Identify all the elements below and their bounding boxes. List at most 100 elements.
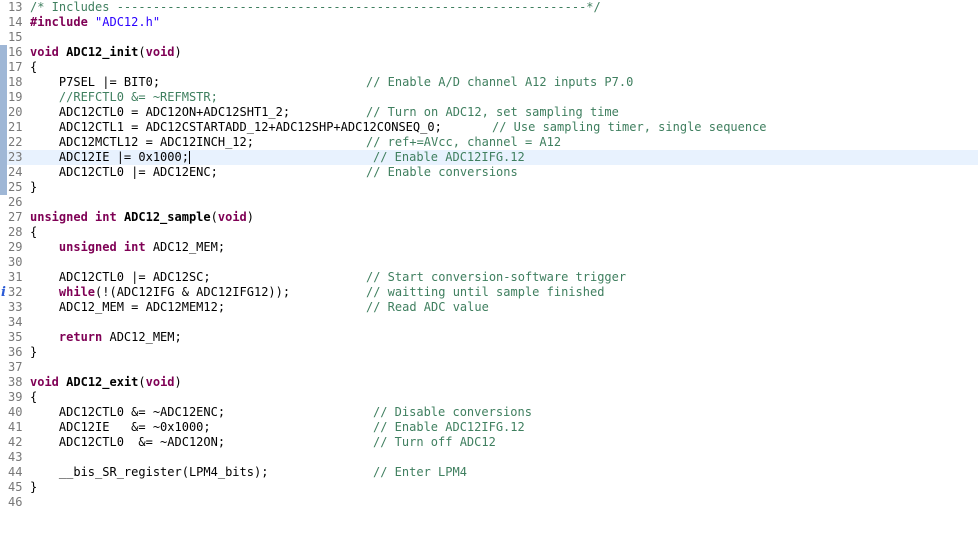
code-line[interactable]: 13 /* Includes -------------------------… bbox=[0, 0, 978, 15]
code-text: ADC12IE |= 0x1000; bbox=[30, 150, 189, 164]
comment-text: // Enter LPM4 bbox=[373, 465, 467, 479]
paren: ( bbox=[138, 45, 146, 59]
keyword: void bbox=[217, 210, 247, 224]
line-number: 19 bbox=[8, 90, 23, 104]
code-line[interactable]: 24 ADC12CTL0 |= ADC12ENC; // Enable conv… bbox=[0, 165, 978, 180]
keyword: void bbox=[145, 45, 175, 59]
line-number: 29 bbox=[8, 240, 23, 254]
code-text: ADC12CTL0 &= ~ADC12ON; bbox=[30, 435, 226, 449]
line-number: 43 bbox=[8, 450, 23, 464]
text-cursor bbox=[188, 151, 190, 164]
line-number: 26 bbox=[8, 195, 23, 209]
code-line[interactable]: 29 unsigned int ADC12_MEM; bbox=[0, 240, 978, 255]
code-line[interactable]: 18 P7SEL |= BIT0; // Enable A/D channel … bbox=[0, 75, 978, 90]
comment-text: // waitting until sample finished bbox=[366, 285, 605, 299]
code-text: __bis_SR_register(LPM4_bits); bbox=[30, 465, 269, 479]
code-text: ADC12CTL1 = ADC12CSTARTADD_12+ADC12SHP+A… bbox=[30, 120, 442, 134]
comment-text: // Enable ADC12IFG.12 bbox=[373, 150, 525, 164]
line-number: 42 bbox=[8, 435, 23, 449]
code-text: (!(ADC12IFG & ADC12IFG12)); bbox=[95, 285, 291, 299]
code-line[interactable]: 19 //REFCTL0 &= ~REFMSTR; bbox=[0, 90, 978, 105]
comment-text: // ref+=AVcc, channel = A12 bbox=[366, 135, 562, 149]
fold-marker bbox=[0, 165, 7, 180]
code-line[interactable]: 37 bbox=[0, 360, 978, 375]
code-line[interactable]: 43 bbox=[0, 450, 978, 465]
fold-marker bbox=[0, 120, 7, 135]
info-icon[interactable]: i bbox=[0, 285, 7, 300]
code-line[interactable]: 35 return ADC12_MEM; bbox=[0, 330, 978, 345]
code-line[interactable]: 40 ADC12CTL0 &= ~ADC12ENC; // Disable co… bbox=[0, 405, 978, 420]
fold-marker bbox=[0, 180, 7, 195]
line-number: 45 bbox=[8, 480, 23, 494]
code-text: ADC12MCTL12 = ADC12INCH_12; bbox=[30, 135, 254, 149]
line-number: 24 bbox=[8, 165, 23, 179]
keyword: return bbox=[30, 330, 103, 344]
code-line[interactable]: 25 } bbox=[0, 180, 978, 195]
brace: { bbox=[30, 225, 38, 239]
code-line[interactable]: i 32 while(!(ADC12IFG & ADC12IFG12)); //… bbox=[0, 285, 978, 300]
comment-text: // Turn off ADC12 bbox=[373, 435, 496, 449]
code-line[interactable]: 45 } bbox=[0, 480, 978, 495]
code-text: ADC12CTL0 |= ADC12ENC; bbox=[30, 165, 218, 179]
code-line[interactable]: 46 bbox=[0, 495, 978, 510]
brace: } bbox=[30, 345, 38, 359]
comment-text: // Disable conversions bbox=[373, 405, 532, 419]
code-line[interactable]: 26 bbox=[0, 195, 978, 210]
code-line[interactable]: 41 ADC12IE &= ~0x1000; // Enable ADC12IF… bbox=[0, 420, 978, 435]
code-line[interactable]: 16 void ADC12_init(void) bbox=[0, 45, 978, 60]
line-number: 15 bbox=[8, 30, 23, 44]
code-line[interactable]: 39 { bbox=[0, 390, 978, 405]
line-number: 21 bbox=[8, 120, 23, 134]
keyword: void bbox=[30, 375, 59, 389]
brace: { bbox=[30, 390, 38, 404]
line-number: 13 bbox=[8, 0, 23, 14]
code-editor[interactable]: 13 /* Includes -------------------------… bbox=[0, 0, 978, 510]
code-line[interactable]: 28 { bbox=[0, 225, 978, 240]
code-line[interactable]: 14 #include "ADC12.h" bbox=[0, 15, 978, 30]
line-number: 39 bbox=[8, 390, 23, 404]
code-line[interactable]: 17 { bbox=[0, 60, 978, 75]
function-name: ADC12_init bbox=[66, 45, 139, 59]
code-line[interactable]: 38 void ADC12_exit(void) bbox=[0, 375, 978, 390]
code-line[interactable]: 27 unsigned int ADC12_sample(void) bbox=[0, 210, 978, 225]
code-line[interactable]: 34 bbox=[0, 315, 978, 330]
code-line[interactable]: 42 ADC12CTL0 &= ~ADC12ON; // Turn off AD… bbox=[0, 435, 978, 450]
code-line[interactable]: 44 __bis_SR_register(LPM4_bits); // Ente… bbox=[0, 465, 978, 480]
code-line[interactable]: 20 ADC12CTL0 = ADC12ON+ADC12SHT1_2; // T… bbox=[0, 105, 978, 120]
brace: } bbox=[30, 480, 38, 494]
comment-text: // Read ADC value bbox=[366, 300, 489, 314]
line-number: 36 bbox=[8, 345, 23, 359]
paren: ( bbox=[138, 375, 146, 389]
fold-marker bbox=[0, 150, 7, 165]
current-code-line[interactable]: 23 ADC12IE |= 0x1000; // Enable ADC12IFG… bbox=[0, 150, 978, 165]
code-line[interactable]: 15 bbox=[0, 30, 978, 45]
line-number: 32 bbox=[8, 285, 23, 299]
code-line[interactable]: 36 } bbox=[0, 345, 978, 360]
comment-text: // Enable conversions bbox=[366, 165, 518, 179]
code-line[interactable]: 30 bbox=[0, 255, 978, 270]
code-text: ADC12CTL0 &= ~ADC12ENC; bbox=[30, 405, 226, 419]
fold-marker bbox=[0, 60, 7, 75]
comment-text: // Use sampling timer, single sequence bbox=[492, 120, 767, 134]
code-line[interactable]: 33 ADC12_MEM = ADC12MEM12; // Read ADC v… bbox=[0, 300, 978, 315]
line-number: 41 bbox=[8, 420, 23, 434]
code-line[interactable]: 22 ADC12MCTL12 = ADC12INCH_12; // ref+=A… bbox=[0, 135, 978, 150]
keyword: void bbox=[30, 45, 59, 59]
code-text: ADC12_MEM = ADC12MEM12; bbox=[30, 300, 226, 314]
comment-text: // Enable ADC12IFG.12 bbox=[373, 420, 525, 434]
function-name: ADC12_exit bbox=[66, 375, 139, 389]
line-number: 14 bbox=[8, 15, 23, 29]
code-line[interactable]: 31 ADC12CTL0 |= ADC12SC; // Start conver… bbox=[0, 270, 978, 285]
code-line[interactable]: 21 ADC12CTL1 = ADC12CSTARTADD_12+ADC12SH… bbox=[0, 120, 978, 135]
line-number: 31 bbox=[8, 270, 23, 284]
paren: ) bbox=[246, 210, 255, 224]
line-number: 28 bbox=[8, 225, 23, 239]
line-number: 35 bbox=[8, 330, 23, 344]
comment-text: // Enable A/D channel A12 inputs P7.0 bbox=[366, 75, 634, 89]
string-literal: "ADC12.h" bbox=[95, 15, 161, 29]
line-number: 34 bbox=[8, 315, 23, 329]
fold-marker[interactable] bbox=[0, 45, 7, 60]
comment-text: /* Includes ----------------------------… bbox=[30, 0, 601, 14]
line-number: 27 bbox=[8, 210, 23, 224]
line-number: 17 bbox=[8, 60, 23, 74]
